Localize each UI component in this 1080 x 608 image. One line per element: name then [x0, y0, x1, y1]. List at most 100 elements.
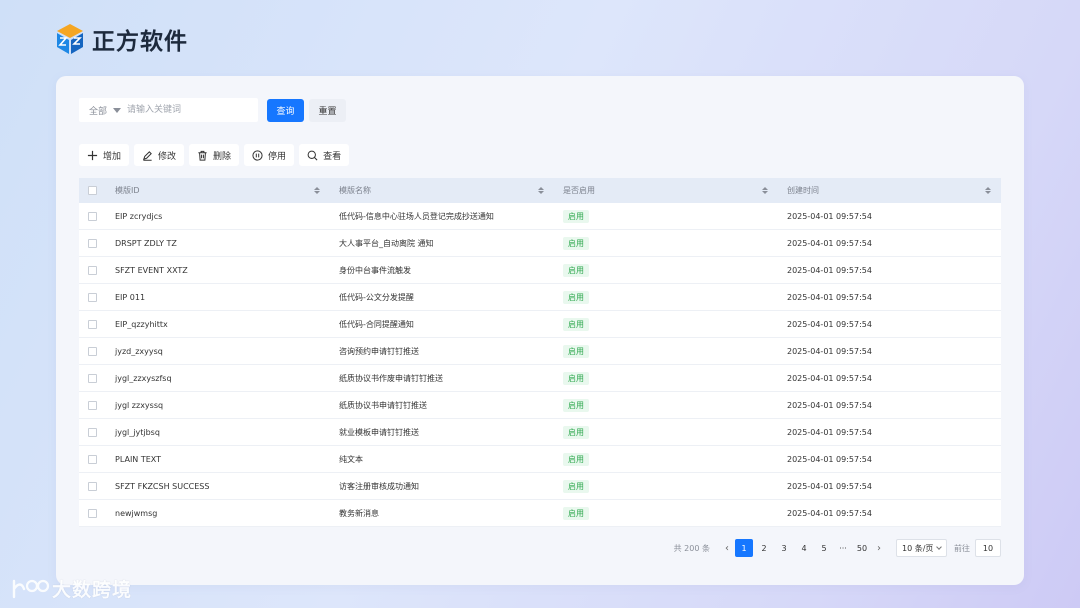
toolbar: 增加 修改 删除 停用 查看: [79, 144, 354, 166]
column-header-label: 创建时间: [787, 186, 819, 195]
edit-icon: [143, 150, 152, 161]
cell-created-time: 2025-04-01 09:57:54: [787, 211, 872, 221]
column-header-label: 是否启用: [563, 186, 595, 195]
header-checkbox-cell: [79, 186, 106, 195]
status-badge: 启用: [563, 371, 589, 385]
sort-icon[interactable]: [985, 187, 991, 194]
table-row[interactable]: EIP_qzzyhittx 低代码-合同提醒通知 启用 2025-04-01 09:5…: [79, 311, 1001, 338]
column-header-label: 模版名称: [339, 186, 371, 195]
scope-select[interactable]: 全部: [79, 98, 127, 122]
delete-button-label: 删除: [213, 151, 232, 162]
cell-status: 启用: [554, 290, 778, 304]
page-size-select[interactable]: 10 条/页: [896, 539, 947, 557]
delete-button[interactable]: 删除: [189, 144, 240, 166]
table-row[interactable]: jygl zzxyssq 纸质协议书申请钉钉推送 启用 2025-04-01 09:5…: [79, 392, 1001, 419]
cell-template-id: jygl zzxyssq: [115, 400, 164, 410]
cell-status: 启用: [554, 317, 778, 331]
cell-template-id: newjwmsg: [115, 508, 158, 518]
page-item[interactable]: 50: [853, 539, 871, 557]
search-box: 全部: [79, 98, 258, 122]
keyword-input[interactable]: [127, 98, 252, 122]
cell-template-id: EIP zcrydjcs: [115, 211, 163, 221]
cell-template-name: 纸质协议书作废申请钉钉推送: [339, 373, 443, 383]
row-checkbox-cell: [79, 373, 106, 383]
table-row[interactable]: SFZT FKZCSH SUCCESS 访客注册审核成功通知 启用 2025-04-0…: [79, 473, 1001, 500]
column-header-status: 是否启用: [554, 185, 778, 196]
row-checkbox[interactable]: [88, 238, 97, 248]
plus-icon: [87, 150, 98, 160]
page-item[interactable]: 1: [735, 539, 753, 557]
table-row[interactable]: jygl_zzxyszfsq 纸质协议书作废申请钉钉推送 启用 2025-04-01 …: [79, 365, 1001, 392]
table-row[interactable]: newjwmsg 教务新消息 启用 2025-04-01 09:57:54: [79, 500, 1001, 527]
edit-button-label: 修改: [158, 151, 177, 162]
select-all-checkbox[interactable]: [88, 186, 97, 195]
table-header: 模版ID 模版名称 是否启用 创建时间: [79, 178, 1001, 203]
table-row[interactable]: DRSPT ZDLY TZ 大人事平台_自动离院 通知 启用 2025-04-01 0…: [79, 230, 1001, 257]
row-checkbox[interactable]: [88, 292, 97, 302]
row-checkbox-cell: [79, 319, 106, 329]
cell-template-id: jygl_jytjbsq: [115, 427, 160, 437]
cell-template-name: 大人事平台_自动离院 通知: [339, 238, 434, 248]
pagination: 共 200 条 ‹ 1 2 3 4 5 ··· 50 › 10 条/页 前往: [674, 539, 1001, 557]
row-checkbox[interactable]: [88, 427, 97, 437]
status-badge: 启用: [563, 479, 589, 493]
edit-button[interactable]: 修改: [134, 144, 185, 166]
table-row[interactable]: PLAIN TEXT 纯文本 启用 2025-04-01 09:57:54: [79, 446, 1001, 473]
page-size-value: 10 条/页: [902, 543, 934, 553]
cell-status: 启用: [554, 209, 778, 223]
cell-template-name: 访客注册审核成功通知: [339, 481, 419, 491]
page-item[interactable]: 4: [795, 539, 813, 557]
search-bar: 全部 查询 重置: [79, 98, 346, 122]
total-count: 共 200 条: [673, 543, 710, 553]
cell-template-id: PLAIN TEXT: [115, 454, 161, 464]
row-checkbox[interactable]: [88, 508, 97, 518]
table-row[interactable]: jygl_jytjbsq 就业模板申请钉钉推送 启用 2025-04-01 09:57…: [79, 419, 1001, 446]
row-checkbox[interactable]: [88, 481, 97, 491]
goto-page-input[interactable]: [975, 539, 1001, 557]
brand: 正方软件: [55, 22, 188, 56]
row-checkbox-cell: [79, 400, 106, 410]
cell-template-name: 纯文本: [339, 454, 363, 464]
query-button[interactable]: 查询: [267, 98, 304, 122]
cell-status: 启用: [554, 236, 778, 250]
table-row[interactable]: jyzd_zxyysq 咨询预约申请钉钉推送 启用 2025-04-01 09:57:…: [79, 338, 1001, 365]
cell-template-id: EIP 011: [115, 292, 146, 302]
page-item[interactable]: 2: [755, 539, 773, 557]
cell-status: 启用: [554, 263, 778, 277]
add-button[interactable]: 增加: [79, 144, 130, 166]
row-checkbox[interactable]: [88, 373, 97, 383]
row-checkbox[interactable]: [88, 346, 97, 356]
row-checkbox[interactable]: [88, 211, 97, 221]
row-checkbox-cell: [79, 454, 106, 464]
status-badge: 启用: [563, 317, 589, 331]
disable-button[interactable]: 停用: [244, 144, 295, 166]
cell-template-name: 低代码-合同提醒通知: [339, 319, 414, 329]
prev-page-icon[interactable]: ‹: [720, 539, 734, 557]
sort-icon[interactable]: [538, 187, 544, 194]
row-checkbox[interactable]: [88, 319, 97, 329]
cell-template-id: DRSPT ZDLY TZ: [115, 238, 177, 248]
reset-button[interactable]: 重置: [309, 98, 346, 122]
status-badge: 启用: [563, 452, 589, 466]
view-button[interactable]: 查看: [299, 144, 350, 166]
table-row[interactable]: EIP zcrydjcs 低代码-信息中心驻场人员登记完成抄送通知 启用 2025-0…: [79, 203, 1001, 230]
disable-button-label: 停用: [268, 151, 287, 162]
sort-icon[interactable]: [314, 187, 320, 194]
cell-status: 启用: [554, 344, 778, 358]
template-table: 模版ID 模版名称 是否启用 创建时间 EIP zcrydjcs 低代码-信息中心…: [79, 178, 1001, 527]
row-checkbox-cell: [79, 427, 106, 437]
page-ellipsis[interactable]: ···: [834, 544, 852, 553]
page-item[interactable]: 3: [775, 539, 793, 557]
page-item[interactable]: 5: [815, 539, 833, 557]
row-checkbox[interactable]: [88, 265, 97, 275]
cell-template-name: 低代码-公文分发提醒: [339, 292, 414, 302]
row-checkbox[interactable]: [88, 454, 97, 464]
cell-template-id: jygl_zzxyszfsq: [115, 373, 172, 383]
status-badge: 启用: [563, 506, 589, 520]
row-checkbox[interactable]: [88, 400, 97, 410]
sort-icon[interactable]: [762, 187, 768, 194]
row-checkbox-cell: [79, 481, 106, 491]
table-row[interactable]: SFZT EVENT XXTZ 身份中台事件流触发 启用 2025-04-01 09:…: [79, 257, 1001, 284]
next-page-icon[interactable]: ›: [872, 539, 886, 557]
table-row[interactable]: EIP 011 低代码-公文分发提醒 启用 2025-04-01 09:57:54: [79, 284, 1001, 311]
